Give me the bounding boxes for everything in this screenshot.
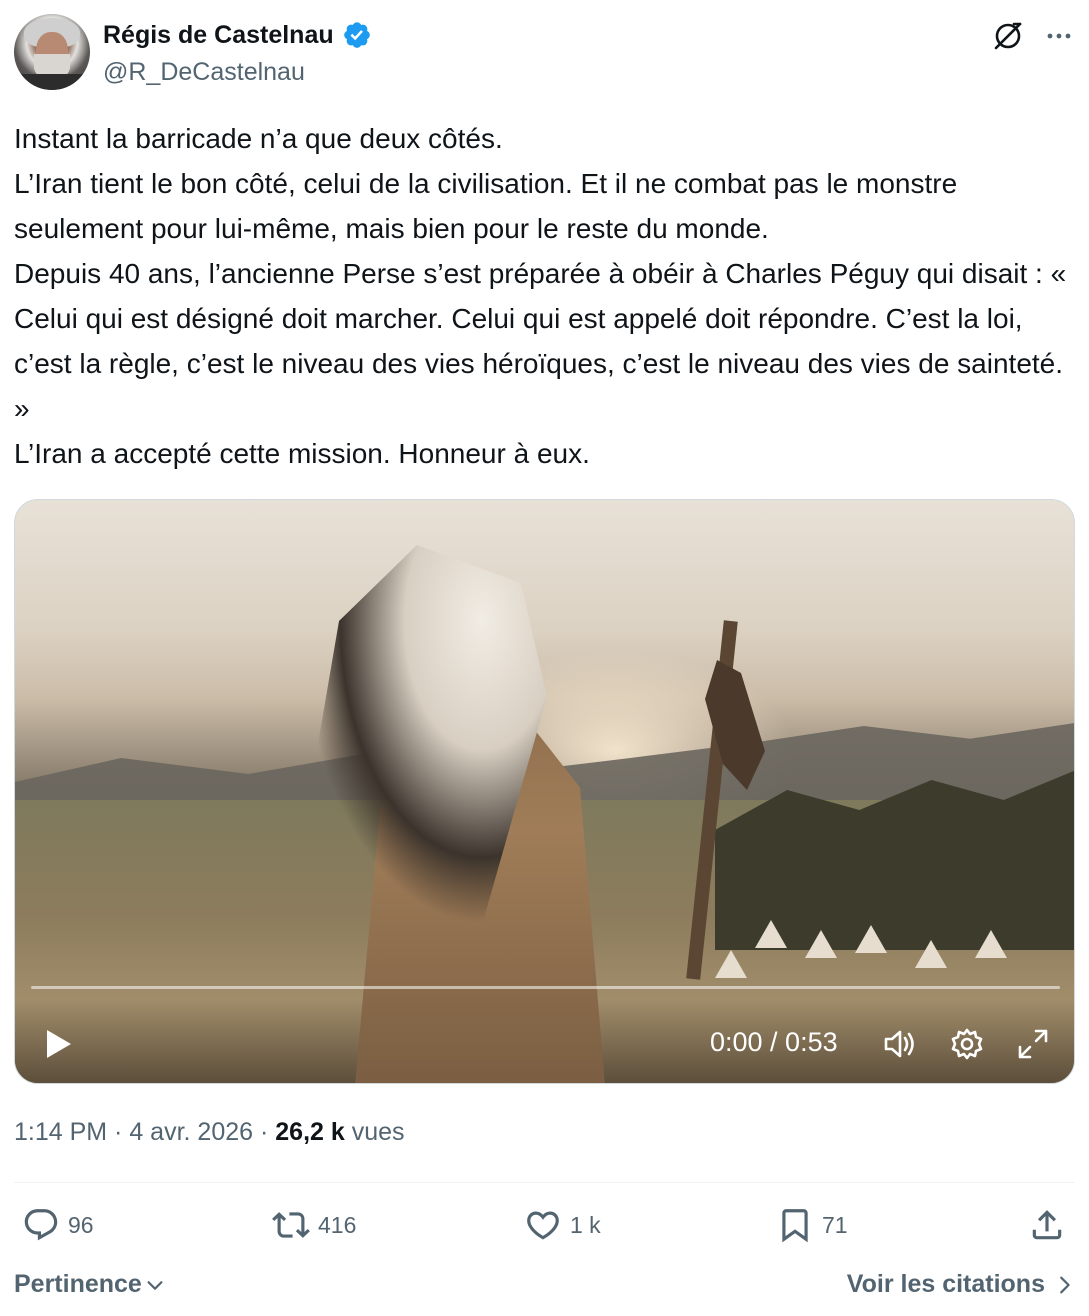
bookmark-button[interactable]: 71 <box>776 1206 848 1244</box>
share-button[interactable] <box>1028 1206 1066 1244</box>
video-progress-bar[interactable] <box>31 986 1060 989</box>
tweet-text: Instant la barricade n’a que deux côtés.… <box>14 123 1067 469</box>
tweet-meta: 1:14 PM · 4 avr. 2026 · 26,2 k vues <box>14 1118 405 1147</box>
sort-dropdown[interactable]: Pertinence <box>14 1270 166 1299</box>
avatar[interactable] <box>14 14 90 90</box>
tweet-footer: Pertinence Voir les citations <box>14 1270 1075 1306</box>
video-time: 0:00 / 0:53 <box>710 1027 838 1057</box>
bookmark-icon <box>782 1209 808 1243</box>
more-options-icon[interactable] <box>1041 18 1077 54</box>
video-frame-tipi <box>805 930 837 958</box>
play-icon[interactable] <box>39 1026 75 1062</box>
divider <box>14 1182 1075 1183</box>
meta-separator: · <box>253 1118 276 1146</box>
video-player[interactable]: 0:00 / 0:53 <box>14 499 1075 1084</box>
author-handle[interactable]: @R_DeCastelnau <box>103 58 305 87</box>
reply-icon <box>24 1209 58 1241</box>
share-icon <box>1032 1210 1062 1240</box>
settings-gear-icon[interactable] <box>949 1026 985 1062</box>
tweet-time[interactable]: 1:14 PM <box>14 1118 107 1146</box>
video-frame-tipi <box>855 925 887 953</box>
repost-count: 416 <box>318 1211 357 1238</box>
views-count: 26,2 k <box>275 1118 345 1146</box>
volume-muted-icon[interactable] <box>881 1026 917 1062</box>
video-frame-tipi <box>755 920 787 948</box>
chevron-down-icon <box>147 1280 163 1290</box>
heart-icon <box>527 1211 559 1240</box>
chevron-right-icon <box>1060 1276 1070 1293</box>
tweet-header: Régis de Castelnau @R_DeCastelnau <box>14 14 1075 94</box>
views-label: vues <box>351 1118 405 1146</box>
author-name[interactable]: Régis de Castelnau <box>103 21 334 50</box>
author-name-row: Régis de Castelnau <box>103 20 372 50</box>
like-count: 1 k <box>570 1211 601 1238</box>
reply-count: 96 <box>68 1211 94 1238</box>
video-frame-tipi <box>975 930 1007 958</box>
bookmark-count: 71 <box>822 1211 848 1238</box>
grok-icon[interactable] <box>990 18 1026 54</box>
fullscreen-expand-icon[interactable] <box>1015 1026 1051 1062</box>
tweet-date[interactable]: 4 avr. 2026 <box>129 1118 253 1146</box>
view-quotes-label: Voir les citations <box>846 1270 1045 1298</box>
like-button[interactable]: 1 k <box>524 1206 601 1244</box>
video-frame-tipi <box>915 940 947 968</box>
verified-badge-icon <box>343 22 370 48</box>
reply-button[interactable]: 96 <box>22 1206 94 1244</box>
repost-button[interactable]: 416 <box>272 1206 356 1244</box>
action-bar: 96 416 1 k 71 <box>14 1206 1075 1254</box>
repost-icon <box>272 1212 310 1238</box>
meta-separator: · <box>107 1118 130 1146</box>
video-frame-tipi <box>715 950 747 978</box>
view-quotes-link[interactable]: Voir les citations <box>847 1270 1075 1299</box>
sort-label: Pertinence <box>14 1270 142 1298</box>
